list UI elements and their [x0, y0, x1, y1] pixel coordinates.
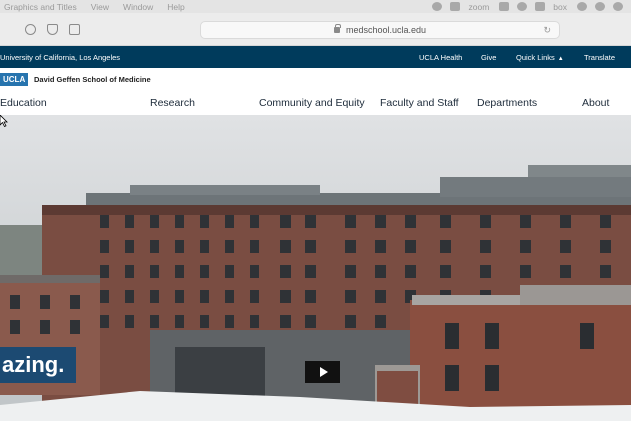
- menu-window[interactable]: Window: [123, 2, 153, 12]
- browser-toolbar: medschool.ucla.edu ↻: [0, 13, 631, 46]
- nav-education[interactable]: Education: [0, 97, 47, 109]
- timer-icon[interactable]: [517, 2, 528, 11]
- quick-links-label: Quick Links: [516, 53, 555, 62]
- nav-about[interactable]: About: [582, 97, 609, 109]
- mouse-cursor-icon: [0, 115, 8, 127]
- translate-link[interactable]: Translate: [584, 53, 615, 62]
- notes-icon[interactable]: [450, 2, 461, 11]
- account-icon[interactable]: [577, 2, 587, 11]
- ucla-logo[interactable]: UCLA: [0, 73, 29, 86]
- nav-community-and-equity[interactable]: Community and Equity: [259, 97, 365, 109]
- utility-bar: University of California, Los Angeles UC…: [0, 46, 631, 68]
- site-branding: UCLA David Geffen School of Medicine: [0, 68, 631, 91]
- menu-bar-tray: zoom box: [432, 0, 631, 13]
- nav-research[interactable]: Research: [150, 97, 195, 109]
- menu-view[interactable]: View: [91, 2, 109, 12]
- dropbox-icon[interactable]: [535, 2, 546, 11]
- sync-icon[interactable]: [432, 2, 443, 11]
- reader-icon[interactable]: [69, 24, 80, 35]
- privacy-report-icon[interactable]: [25, 24, 36, 35]
- play-icon: [319, 367, 328, 377]
- play-button[interactable]: [305, 361, 340, 383]
- hero-video[interactable]: azing.: [0, 115, 631, 421]
- sort-caret-icon: ▲︎: [557, 56, 564, 62]
- lock-icon: [333, 24, 341, 33]
- globe-icon[interactable]: [595, 2, 605, 11]
- hero-caption: azing.: [0, 347, 77, 383]
- box-app-label[interactable]: box: [553, 2, 567, 12]
- menu-graphics-and-titles[interactable]: Graphics and Titles: [4, 2, 77, 12]
- scissors-icon[interactable]: [499, 2, 510, 11]
- macos-menu-bar: Graphics and Titles View Window Help zoo…: [0, 0, 631, 13]
- ucla-health-link[interactable]: UCLA Health: [419, 53, 462, 62]
- main-navigation: Education Research Community and Equity …: [0, 91, 631, 115]
- menu-help[interactable]: Help: [167, 2, 184, 12]
- cloud-icon[interactable]: [613, 2, 623, 11]
- shield-icon[interactable]: [47, 24, 58, 35]
- university-link[interactable]: University of California, Los Angeles: [0, 53, 120, 62]
- nav-faculty-and-staff[interactable]: Faculty and Staff: [380, 97, 459, 109]
- address-bar[interactable]: medschool.ucla.edu ↻: [200, 21, 560, 39]
- give-link[interactable]: Give: [481, 53, 496, 62]
- reload-icon[interactable]: ↻: [543, 25, 551, 36]
- url-text: medschool.ucla.edu: [345, 25, 427, 35]
- quick-links-dropdown[interactable]: Quick Links ▲︎: [516, 53, 564, 62]
- school-name[interactable]: David Geffen School of Medicine: [34, 75, 151, 84]
- nav-departments[interactable]: Departments: [477, 97, 537, 109]
- zoom-app-label[interactable]: zoom: [468, 2, 489, 12]
